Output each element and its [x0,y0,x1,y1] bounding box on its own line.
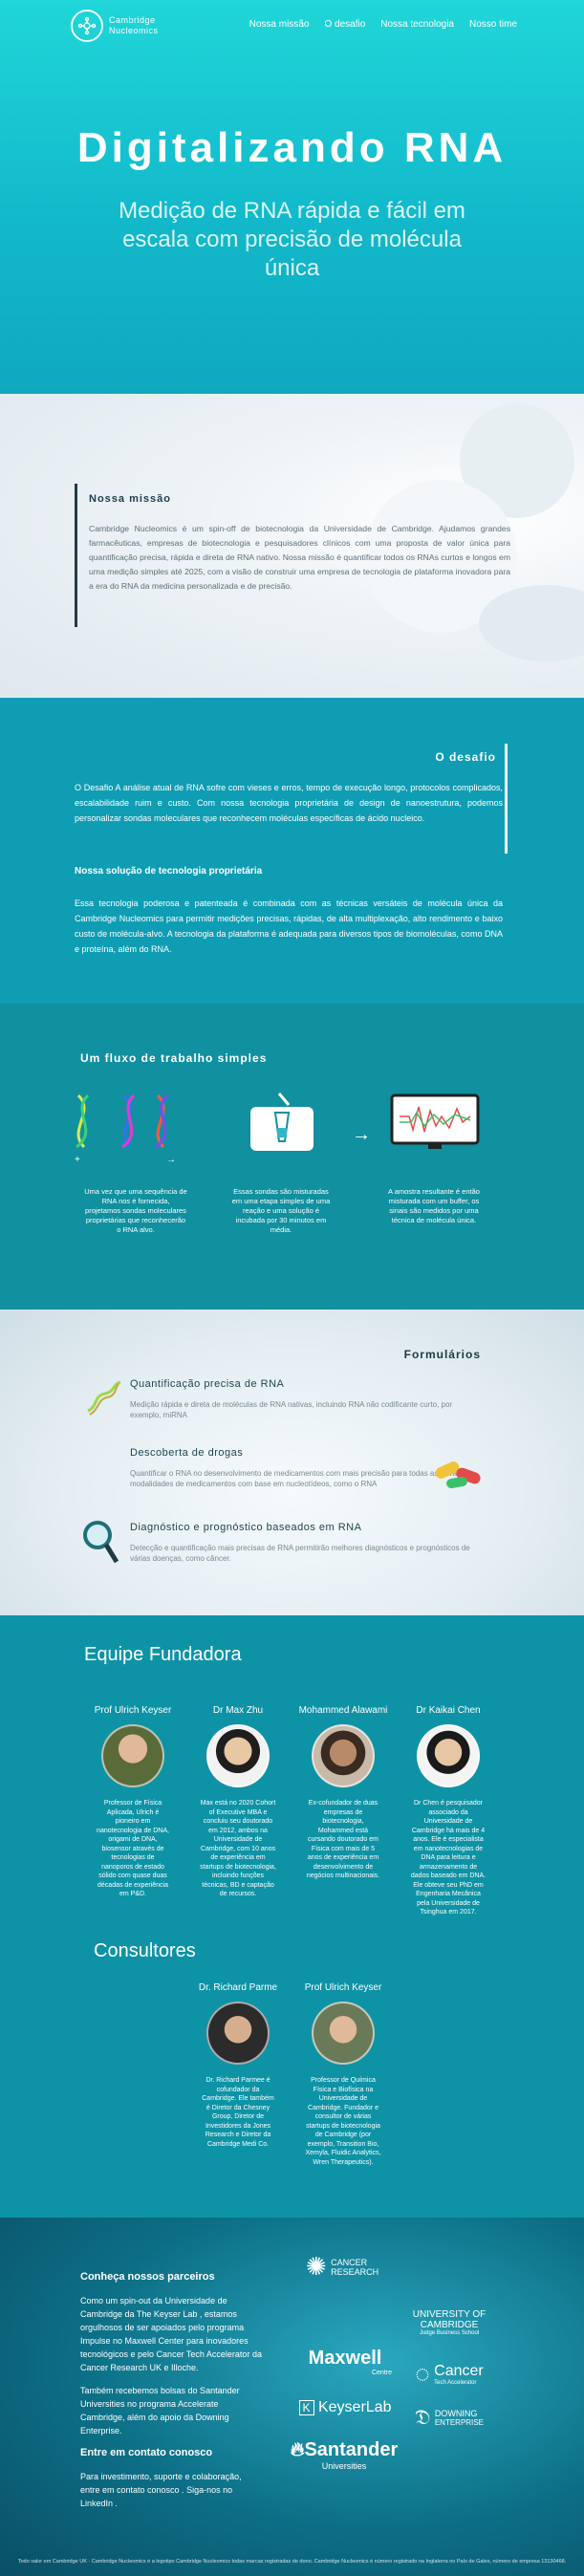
university-of-cambridge-logo[interactable]: UNIVERSITY OF CAMBRIDGE Judge Business S… [401,2309,497,2336]
workflow-caption-1: Uma vez que uma sequência de RNA nos é f… [84,1187,187,1234]
consultant-bio-2: Professor de Química Física e Biofísica … [305,2077,381,2166]
consultant-bio-1: Dr. Richard Parmee é cofundador da Cambr… [202,2077,274,2148]
mission-content: Nossa missão Cambridge Nucleomics é um s… [75,484,510,627]
founder-name-4: Dr Kaikai Chen [416,1705,481,1716]
founder-name-2: Dr Max Zhu [212,1705,264,1716]
partners-section: Conheça nossos parceiros Como um spin-ou… [0,2218,584,2576]
workflow-section: Um fluxo de trabalho simples + → → Uma v… [0,1004,584,1310]
team-section: Equipe Fundadora Prof Ulrich Keyser Prof… [0,1615,584,2218]
challenge-section: O desafio O Desafio A análise atual de R… [0,698,584,1004]
mission-body: Cambridge Nucleomics é um spin-off de bi… [89,524,510,591]
avatar [312,1724,375,1787]
founder-bio-3: Ex-cofundador de duas empresas de biotec… [306,1800,380,1879]
monitor-signal-icon [390,1093,480,1149]
application-item-2: Descoberta de drogas Quantificar o RNA n… [84,1447,505,1489]
hero-subtitle: Medição de RNA rápida e fácil em escala … [119,198,465,281]
avatar [101,1724,164,1787]
brand-line1: Cambridge [109,15,156,25]
maxwell-centre-logo[interactable]: Maxwell Centre [292,2348,398,2376]
workflow-heading: Um fluxo de trabalho simples [80,1051,268,1065]
avatar [312,2002,375,2065]
challenge-heading: O desafio [435,750,496,764]
partners-paragraph-2: Também recebemos bolsas do Santander Uni… [80,2386,240,2435]
arrow-right-icon-2: → [352,1124,371,1145]
brand-mark-icon [71,10,103,42]
downing-enterprise-logo[interactable]: 𝔇 DOWNING ENTERPRISE [401,2405,497,2430]
brand-line2: Nucleomics [109,26,159,35]
founder-card-3: Mohammed Alawami Ex-cofundador de duas e… [291,1692,396,1881]
workflow-caption-3: A amostra resultante é então misturada c… [388,1187,480,1224]
applications-section: Formulários Quantificação precisa de RNA… [0,1310,584,1615]
hero-title: Digitalizando RNA [76,124,508,171]
cancer-tech-accelerator-logo[interactable]: ◌ Cancer Tech Accelerator [401,2359,497,2389]
keyserlab-mark-icon: K [298,2400,314,2415]
cancer-research-logo[interactable]: ✺ CANCER RESEARCH [292,2252,398,2282]
applications-heading: Formulários [403,1348,481,1361]
consultant-name-2: Prof Ulrich Keyser [304,1982,382,1993]
partners-text: Conheça nossos parceiros Como um spin-ou… [80,2271,262,2520]
founders-heading: Equipe Fundadora [84,1644,242,1665]
consultant-card-2: Prof Ulrich Keyser Professor de Química … [291,1969,396,2167]
main-nav: Nossa missão O desafio Nossa tecnologia … [249,19,517,30]
founder-bio-1: Professor de Física Aplicada, Ulrich é p… [97,1800,169,1897]
downing-mark-icon: 𝔇 [415,2405,431,2429]
application-item-1: Quantificação precisa de RNA Medição ráp… [84,1378,505,1420]
rna-probe-icon [76,1093,169,1149]
application-desc-3: Detecção e quantificação mais precisas d… [130,1544,470,1563]
founder-name-3: Mohammed Alawami [298,1705,388,1716]
cancer-research-mark-icon: ✺ [305,2252,327,2281]
brand-logo[interactable]: Cambridge Nucleomics [71,10,159,42]
contact-heading: Entre em contato conosco [80,2447,213,2458]
nav-item-challenge[interactable]: O desafio [324,19,365,30]
keyserlab-logo[interactable]: K KeyserLab [292,2399,398,2416]
founder-card-1: Prof Ulrich Keyser Professor de Física A… [80,1692,185,1899]
founder-card-2: Dr Max Zhu Max está no 2020 Cohort of Ex… [185,1692,291,1899]
arrow-right-icon-1: → [166,1155,176,1165]
workflow-step-2 [229,1088,335,1161]
cancer-tech-mark-icon: ◌ [415,2359,430,2388]
pills-icon [435,1461,481,1489]
solution-body: Essa tecnologia poderosa e patenteada é … [75,898,503,954]
founder-name-1: Prof Ulrich Keyser [94,1705,172,1716]
challenge-body: O Desafio A análise atual de RNA sofre c… [75,783,503,823]
magnifier-icon [83,1521,119,1564]
solution-heading: Nossa solução de tecnologia proprietária [75,866,263,877]
nav-item-technology[interactable]: Nossa tecnologia [380,19,454,30]
rna-strand-icon [87,1380,121,1416]
founder-bio-2: Max está no 2020 Cohort of Executive MBA… [200,1800,276,1897]
plus-icon: + [75,1155,80,1165]
application-desc-1: Medição rápida e direta de moléculas de … [130,1400,453,1419]
consultant-name-1: Dr. Richard Parme [198,1982,278,1993]
consultant-card-1: Dr. Richard Parme Dr. Richard Parmee é c… [185,1969,291,2149]
santander-flame-icon: 🔥︎ [290,2439,305,2460]
footer-text: Todo valor em Cambridge UK · Cambridge N… [17,2559,567,2565]
mission-heading: Nossa missão [89,493,171,505]
founder-card-4: Dr Kaikai Chen Dr Chen é pesquisador ass… [396,1692,501,1917]
challenge-accent-bar [505,744,508,854]
founder-bio-4: Dr Chen é pesquisador associado da Unive… [410,1800,487,1916]
hero-section: Cambridge Nucleomics Nossa missão O desa… [0,0,584,394]
application-item-3: Diagnóstico e prognóstico baseados em RN… [83,1521,505,1564]
workflow-caption-2: Essas sondas são misturadas em uma etapa… [231,1187,331,1234]
santander-logo[interactable]: 🔥︎Santander Universities [287,2439,401,2471]
nav-item-mission[interactable]: Nossa missão [249,19,310,30]
nav-item-team[interactable]: Nosso time [469,19,517,30]
mission-section: Nossa missão Cambridge Nucleomics é um s… [0,394,584,698]
avatar [206,1724,270,1787]
consultants-heading: Consultores [94,1940,196,1961]
partners-paragraph-1: Como um spin-out da Universidade de Camb… [80,2296,262,2372]
avatar [417,1724,480,1787]
workflow-step-3 [382,1088,487,1161]
contact-text[interactable]: Para investimento, suporte e colaboração… [80,2470,262,2510]
test-tube-icon [250,1093,314,1151]
application-title-3: Diagnóstico e prognóstico baseados em RN… [130,1522,362,1533]
avatar [206,2002,270,2065]
application-title-1: Quantificação precisa de RNA [130,1378,285,1390]
application-desc-2: Quantificar o RNA no desenvolvimento de … [130,1469,461,1488]
partners-heading: Conheça nossos parceiros [80,2271,215,2283]
